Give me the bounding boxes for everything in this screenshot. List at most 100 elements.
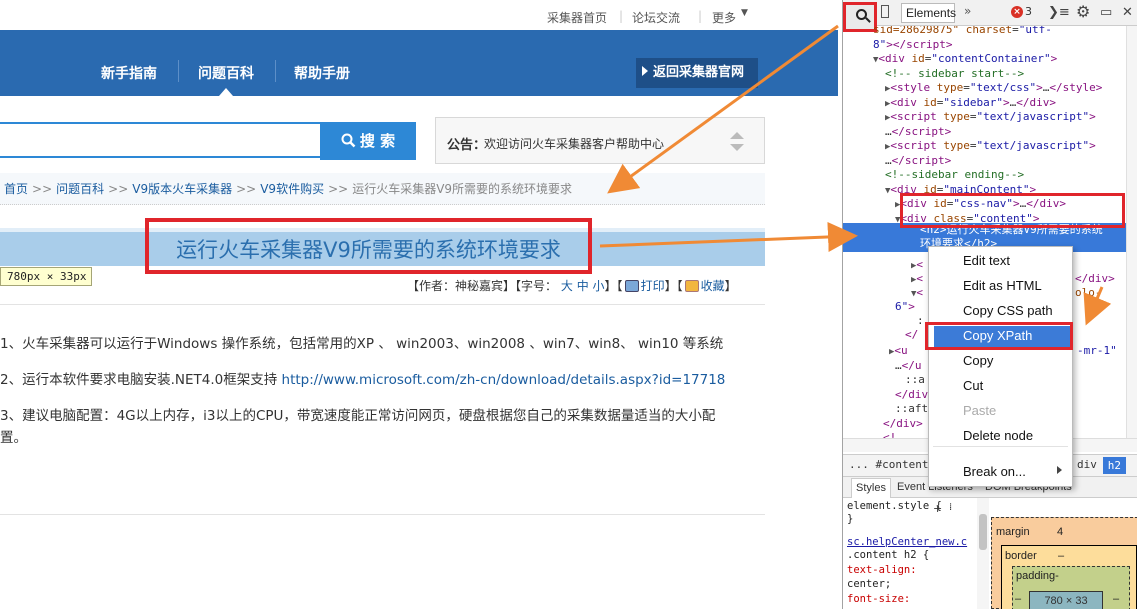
dom-node-line[interactable]: </ <box>905 328 918 343</box>
font-size-medium-link[interactable]: 中 <box>577 279 589 293</box>
dom-node-line[interactable]: ▼< <box>911 286 923 301</box>
more-caret-icon[interactable]: ▼ <box>741 8 748 18</box>
breadcrumb-item[interactable]: 问题百科 <box>56 182 104 196</box>
dom-node-line[interactable]: -mr-1" <box>1077 344 1117 359</box>
top-link-home[interactable]: 采集器首页 <box>547 9 607 26</box>
style-rule-line[interactable]: } <box>847 513 853 526</box>
nav-item-beginner-guide[interactable]: 新手指南 <box>101 63 157 83</box>
nav-item-faq[interactable]: 问题百科 <box>198 63 254 83</box>
scroll-down-icon[interactable] <box>730 144 744 151</box>
nav-active-indicator <box>219 88 233 96</box>
scroll-up-icon[interactable] <box>730 132 744 139</box>
element-state-icon[interactable]: ⁞ <box>949 502 952 513</box>
dom-node-line[interactable]: ▶< <box>911 258 923 273</box>
dom-node-line[interactable]: ::a <box>905 373 925 388</box>
context-menu-break-on-item[interactable]: Break on... <box>963 464 1026 479</box>
context-menu-copy-item[interactable]: Copy <box>963 353 993 368</box>
close-icon[interactable]: ✕ <box>1122 5 1133 20</box>
dom-node-line[interactable]: ▼<div id="contentContainer"> <box>873 52 1057 67</box>
dom-node-line[interactable]: </div <box>895 388 928 403</box>
dom-node-line[interactable]: …</u <box>895 359 922 374</box>
top-link-more[interactable]: 更多 <box>712 9 736 26</box>
dom-node-line[interactable]: </div> <box>883 417 923 432</box>
font-size-large-link[interactable]: 大 <box>561 279 573 293</box>
console-drawer-icon[interactable]: ❯≡ <box>1048 5 1070 20</box>
add-rule-icon[interactable]: + <box>933 502 942 515</box>
style-rule-line[interactable]: text-align: <box>847 564 917 577</box>
search-button[interactable]: 搜 索 <box>320 122 416 160</box>
dom-node-line[interactable]: <! <box>883 431 896 438</box>
context-menu-delete-node-item[interactable]: Delete node <box>963 428 1033 443</box>
back-button-label: 返回采集器官网 <box>653 65 745 80</box>
tab-styles[interactable]: Styles <box>851 478 891 498</box>
context-menu-separator <box>933 446 1068 447</box>
dom-node-line[interactable]: ▶<u <box>889 344 908 359</box>
dom-scrollbar[interactable] <box>1126 26 1137 438</box>
top-link-forum[interactable]: 论坛交流 <box>632 9 680 26</box>
dom-crumb-active[interactable]: h2 <box>1102 457 1126 474</box>
device-mode-icon[interactable] <box>881 5 889 18</box>
paragraph-2-text: 2、运行本软件要求电脑安装.NET4.0框架支持 <box>0 372 282 388</box>
error-icon[interactable]: × <box>1011 6 1023 18</box>
article-meta: 【作者：神秘嘉宾】【字号： 大 中 小】【 打印】【 收藏】 <box>407 277 737 294</box>
dock-icon[interactable]: ▭ <box>1100 5 1112 20</box>
meta-bracket: 】 <box>724 279 737 293</box>
context-menu-edit-as-html-item[interactable]: Edit as HTML <box>963 278 1042 293</box>
dom-node-line[interactable]: olo- <box>1075 286 1102 301</box>
dom-node-line[interactable]: …</script> <box>885 154 951 169</box>
dom-node-line[interactable]: : <box>917 314 924 329</box>
dom-node-line[interactable]: 8"></script> <box>873 38 952 53</box>
dom-node-line[interactable]: ▶<style type="text/css">…</style> <box>885 81 1102 96</box>
announcement-text[interactable]: 欢迎访问火车采集器客户帮助中心 <box>484 135 664 152</box>
article-title-highlight-box: 运行火车采集器V9所需要的系统环境要求 <box>145 218 592 274</box>
search-input[interactable] <box>0 122 320 158</box>
box-margin-value[interactable]: 4 <box>1057 526 1063 538</box>
breadcrumb-item[interactable]: V9软件购买 <box>260 182 324 196</box>
back-to-official-site-button[interactable]: 返回采集器官网 <box>636 58 758 88</box>
style-rule-line[interactable]: element.style { <box>847 500 942 513</box>
style-rule-line[interactable]: .content h2 { <box>847 549 929 562</box>
style-rule-line[interactable]: center; <box>847 578 891 591</box>
box-content-size[interactable]: 780 × 33 <box>1029 591 1103 609</box>
printer-icon[interactable] <box>624 280 639 292</box>
dom-node-line[interactable]: …</script> <box>885 125 951 140</box>
styles-scrollbar[interactable] <box>977 498 989 609</box>
nav-item-help-manual[interactable]: 帮助手册 <box>294 63 350 83</box>
context-menu-paste-item[interactable]: Paste <box>963 403 996 418</box>
dom-node-line[interactable]: ::aft <box>895 402 928 417</box>
more-tabs-icon[interactable]: » <box>964 4 971 18</box>
print-link[interactable]: 打印 <box>641 279 665 293</box>
box-border-value[interactable]: – <box>1058 550 1064 562</box>
dom-node-line[interactable]: ▶<script type="text/javascript"> <box>885 110 1096 125</box>
context-menu-cut-item[interactable]: Cut <box>963 378 983 393</box>
dom-node-line[interactable]: ▶< <box>911 272 923 287</box>
box-padding-left-value[interactable]: – <box>1015 593 1021 605</box>
dom-node-line[interactable]: <!--sidebar ending--> <box>885 168 1024 183</box>
tab-elements[interactable]: Elements <box>901 3 956 23</box>
box-padding-right-value[interactable]: – <box>1113 593 1119 605</box>
font-size-small-link[interactable]: 小 <box>593 279 605 293</box>
box-padding-label: padding- <box>1016 570 1059 582</box>
context-menu-copy-css-path-item[interactable]: Copy CSS path <box>963 303 1053 318</box>
dom-crumb-item[interactable]: ... #contentC <box>849 455 935 475</box>
breadcrumb-item[interactable]: 首页 <box>4 182 28 196</box>
gear-icon[interactable]: ⚙ <box>1076 2 1090 21</box>
style-rule-line[interactable]: font-size: <box>847 593 910 606</box>
dom-node-line[interactable]: ▶<script type="text/javascript"> <box>885 139 1096 154</box>
dom-node-line[interactable]: ▶<div id="sidebar">…</div> <box>885 96 1056 111</box>
dom-node-line[interactable]: <!-- sidebar start--> <box>885 67 1024 82</box>
paragraph-3-line: 置。 <box>0 430 27 446</box>
breadcrumb-item[interactable]: V9版本火车采集器 <box>132 182 232 196</box>
box-margin-label: margin <box>996 526 1030 538</box>
dotnet-download-link[interactable]: http://www.microsoft.com/zh-cn/download/… <box>282 372 726 388</box>
dom-node-line[interactable]: </div> <box>1075 272 1115 287</box>
announcement-box: 公告： 欢迎访问火车采集器客户帮助中心 <box>435 117 765 164</box>
context-menu-edit-text-item[interactable]: Edit text <box>963 253 1010 268</box>
dom-node-line[interactable]: sid=28629875" charset="utf- <box>873 26 1052 38</box>
style-rule-line[interactable]: sc.helpCenter_new.c <box>847 536 967 549</box>
scrollbar-thumb[interactable] <box>979 514 987 550</box>
dom-crumb-item[interactable]: div <box>1077 455 1097 475</box>
favorite-link[interactable]: 收藏 <box>701 279 725 293</box>
dom-node-line[interactable]: 6"> <box>895 300 915 315</box>
folder-icon[interactable] <box>684 280 699 292</box>
